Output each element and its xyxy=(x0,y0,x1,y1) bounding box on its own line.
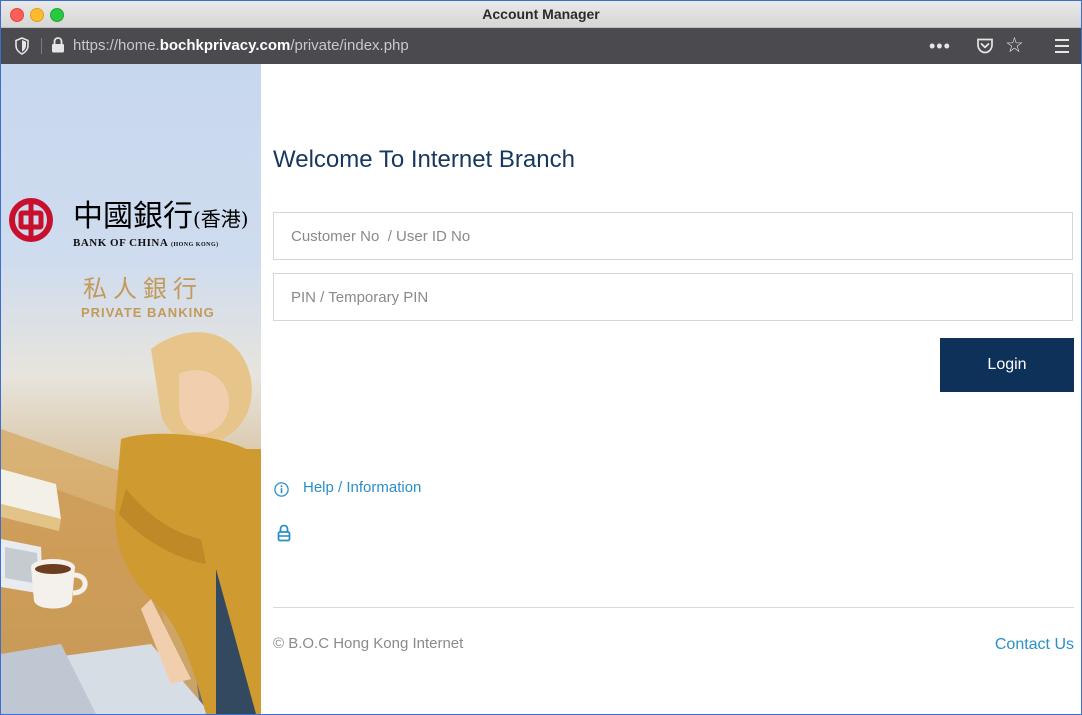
browser-window: Account Manager https://home.bochkprivac… xyxy=(0,0,1082,715)
page-title: Welcome To Internet Branch xyxy=(273,146,575,173)
shield-icon[interactable] xyxy=(14,37,30,55)
brand-chinese-name: 中國銀行(香港) xyxy=(73,191,249,235)
title-bar: Account Manager xyxy=(1,1,1081,28)
url-host: bochkprivacy.com xyxy=(159,37,291,54)
brand-english-name: BANK OF CHINA (HONG KONG) xyxy=(73,237,219,249)
pin-input[interactable] xyxy=(273,273,1073,321)
brand-cn-region: (香港) xyxy=(193,207,249,231)
private-banking-english: PRIVATE BANKING xyxy=(81,305,215,320)
url-prefix: https://home. xyxy=(73,37,160,54)
footer-divider xyxy=(273,607,1074,608)
hero-photo xyxy=(1,332,261,714)
login-button[interactable]: Login xyxy=(940,338,1074,392)
info-icon xyxy=(274,482,289,497)
login-panel: Welcome To Internet Branch Login Help / … xyxy=(261,64,1081,714)
bank-of-china-logo xyxy=(9,198,53,242)
pocket-icon[interactable] xyxy=(976,37,994,55)
hamburger-menu-icon[interactable] xyxy=(1055,39,1069,57)
customer-id-input[interactable] xyxy=(273,212,1073,260)
bookmark-star-icon[interactable]: ☆ xyxy=(1005,35,1024,56)
brand-cn-name: 中國銀行 xyxy=(73,199,193,234)
private-banking-chinese: 私人銀行 xyxy=(83,275,203,303)
help-information-link[interactable]: Help / Information xyxy=(303,479,421,496)
address-bar: https://home.bochkprivacy.com/private/in… xyxy=(1,28,1081,64)
divider xyxy=(41,38,42,54)
url-field[interactable]: https://home.bochkprivacy.com/private/in… xyxy=(73,37,409,54)
lock-icon[interactable] xyxy=(51,37,65,53)
page-actions-icon[interactable]: ••• xyxy=(929,36,951,57)
copyright-text: © B.O.C Hong Kong Internet xyxy=(273,635,464,652)
padlock-icon xyxy=(277,524,291,542)
brand-en-name: BANK OF CHINA xyxy=(73,237,168,249)
contact-us-link[interactable]: Contact Us xyxy=(995,636,1074,654)
window-title: Account Manager xyxy=(482,6,600,22)
brand-en-region: (HONG KONG) xyxy=(170,242,219,248)
brand-side-panel: 中國銀行(香港) BANK OF CHINA (HONG KONG) 私人銀行 … xyxy=(1,64,261,714)
url-path: /private/index.php xyxy=(290,37,409,54)
